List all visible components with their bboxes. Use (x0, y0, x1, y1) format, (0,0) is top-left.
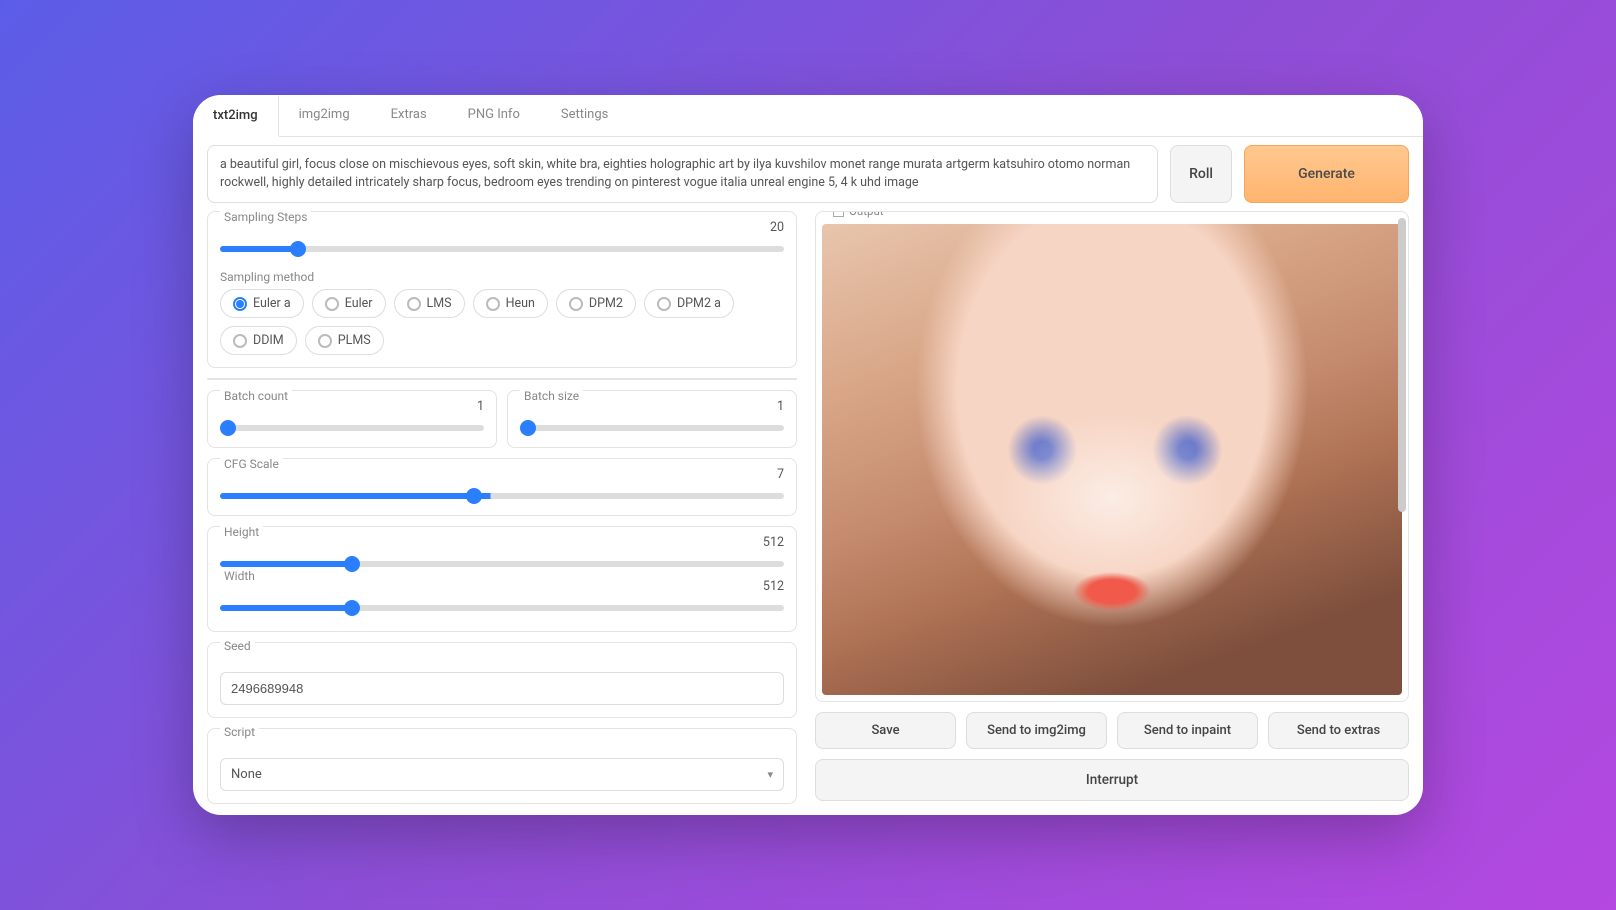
cfg-slider[interactable] (220, 493, 784, 499)
tab-settings[interactable]: Settings (541, 95, 629, 136)
seed-label: Seed (220, 639, 255, 653)
batch-count-fieldset: Batch count 1 (207, 390, 497, 448)
scrollbar[interactable] (1398, 218, 1406, 511)
radio-label: Heun (506, 296, 535, 311)
radio-dot-icon (233, 297, 247, 311)
sampling-steps-slider[interactable] (220, 246, 784, 252)
generate-button[interactable]: Generate (1244, 145, 1409, 203)
batch-count-value: 1 (477, 399, 484, 414)
sampling-fieldset: Sampling Steps 20 Sampling method Euler … (207, 211, 797, 368)
radio-label: DPM2 a (677, 296, 721, 311)
radio-label: PLMS (338, 333, 371, 348)
send-img2img-button[interactable]: Send to img2img (966, 712, 1107, 749)
height-slider[interactable] (220, 561, 784, 567)
radio-euler-a[interactable]: Euler a (220, 289, 304, 318)
cfg-fieldset: CFG Scale 7 (207, 458, 797, 516)
roll-button[interactable]: Roll (1170, 145, 1232, 203)
batch-size-value: 1 (777, 399, 784, 414)
cfg-label: CFG Scale (220, 457, 283, 471)
save-button[interactable]: Save (815, 712, 956, 749)
content-area: Sampling Steps 20 Sampling method Euler … (193, 211, 1423, 815)
tab-pnginfo[interactable]: PNG Info (448, 95, 541, 136)
tab-bar: txt2img img2img Extras PNG Info Settings (193, 95, 1423, 137)
sampling-steps-label: Sampling Steps (220, 211, 311, 224)
radio-label: LMS (427, 296, 452, 311)
settings-column: Sampling Steps 20 Sampling method Euler … (207, 211, 797, 801)
cfg-value: 7 (777, 467, 784, 482)
script-value: None (231, 767, 262, 782)
prompt-row: a beautiful girl, focus close on mischie… (193, 137, 1423, 211)
expand-icon[interactable] (833, 211, 844, 217)
radio-ddim[interactable]: DDIM (220, 326, 297, 355)
sampling-method-radios: Euler a Euler LMS Heun DPM2 DPM2 a DDIM … (220, 289, 784, 355)
height-label: Height (220, 525, 263, 539)
seed-input[interactable] (220, 672, 784, 705)
send-extras-button[interactable]: Send to extras (1268, 712, 1409, 749)
radio-dot-icon (233, 334, 247, 348)
radio-dot-icon (407, 297, 421, 311)
radio-dot-icon (657, 297, 671, 311)
radio-label: DPM2 (589, 296, 623, 311)
dimensions-fieldset: Height 512 Width 512 (207, 526, 797, 632)
radio-lms[interactable]: LMS (394, 289, 465, 318)
radio-heun[interactable]: Heun (473, 289, 548, 318)
tab-extras[interactable]: Extras (371, 95, 448, 136)
batch-count-slider[interactable] (220, 425, 484, 431)
radio-dot-icon (318, 334, 332, 348)
checkboxes-row: Restore faces Tiling (207, 378, 797, 380)
tiling-checkbox[interactable]: Tiling (503, 379, 797, 380)
output-legend: Output (828, 211, 889, 218)
action-row: Save Send to img2img Send to inpaint Sen… (815, 712, 1409, 749)
seed-fieldset: Seed (207, 642, 797, 718)
radio-plms[interactable]: PLMS (305, 326, 384, 355)
send-inpaint-button[interactable]: Send to inpaint (1117, 712, 1258, 749)
tab-img2img[interactable]: img2img (279, 95, 371, 136)
radio-dpm2[interactable]: DPM2 (556, 289, 636, 318)
script-select[interactable]: None ▾ (220, 758, 784, 791)
radio-label: DDIM (253, 333, 284, 348)
output-image[interactable] (822, 224, 1402, 695)
radio-dot-icon (325, 297, 339, 311)
radio-euler[interactable]: Euler (312, 289, 386, 318)
radio-dot-icon (569, 297, 583, 311)
output-panel: Output (815, 211, 1409, 702)
width-label: Width (220, 569, 259, 583)
radio-label: Euler a (253, 296, 291, 311)
chevron-down-icon: ▾ (767, 768, 773, 781)
width-slider[interactable] (220, 605, 784, 611)
width-value: 512 (763, 579, 784, 594)
interrupt-button[interactable]: Interrupt (815, 759, 1409, 801)
radio-dpm2a[interactable]: DPM2 a (644, 289, 734, 318)
batch-row: Batch count 1 Batch size 1 (207, 390, 797, 448)
tab-txt2img[interactable]: txt2img (193, 96, 279, 137)
prompt-input[interactable]: a beautiful girl, focus close on mischie… (207, 145, 1158, 203)
batch-count-label: Batch count (220, 389, 292, 403)
app-window: txt2img img2img Extras PNG Info Settings… (193, 95, 1423, 815)
restore-faces-checkbox[interactable]: Restore faces (208, 379, 503, 380)
sampling-steps-value: 20 (770, 220, 784, 235)
radio-dot-icon (486, 297, 500, 311)
batch-size-slider[interactable] (520, 425, 784, 431)
height-value: 512 (763, 535, 784, 550)
output-label: Output (849, 211, 884, 218)
script-fieldset: Script None ▾ (207, 728, 797, 804)
output-column: Output Save Send to img2img Send to inpa… (815, 211, 1409, 801)
script-label: Script (220, 725, 259, 739)
radio-label: Euler (345, 296, 373, 311)
batch-size-label: Batch size (520, 389, 583, 403)
sampling-method-label: Sampling method (220, 270, 314, 284)
batch-size-fieldset: Batch size 1 (507, 390, 797, 448)
